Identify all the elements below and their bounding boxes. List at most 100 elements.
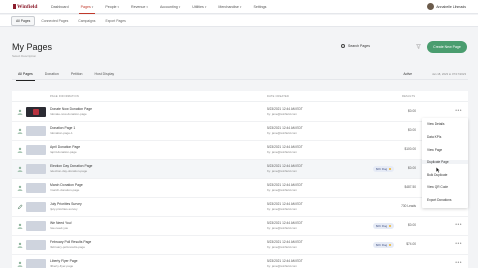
- topnav-item-label: People: [105, 4, 117, 9]
- tab-petition[interactable]: Petition: [65, 68, 89, 80]
- subnav-item[interactable]: Connected Pages: [37, 17, 72, 25]
- page-title-link[interactable]: July Priorities Survey: [50, 202, 82, 206]
- page-title-link[interactable]: Donate Now Donation Page: [50, 107, 92, 111]
- more-actions-icon[interactable]: •••: [455, 260, 462, 266]
- menu-item-bulk-duplicate[interactable]: Bulk Duplicate: [427, 173, 447, 177]
- date-created: 5/23/2021 12:44 AM EDT: [267, 259, 303, 263]
- date-created: 5/23/2021 12:44 AM EDT: [267, 183, 303, 187]
- tab-donation[interactable]: Donation: [39, 68, 65, 80]
- topnav-item-accounting[interactable]: Accounting ▾: [154, 0, 186, 14]
- main-menu: Dashboard Pages ▾ People ▾ Revenue ▾ Accounting…: [45, 0, 272, 14]
- date-created: 5/23/2021 12:44 AM EDT: [267, 126, 303, 130]
- page-thumbnail: [26, 126, 46, 136]
- status-badge-label: $0K Flag: [376, 243, 388, 247]
- user-menu[interactable]: Annabelle Lihmads: [427, 3, 466, 10]
- results-value: $487.50: [404, 185, 416, 189]
- date-created: 5/23/2021 12:44 AM EDT: [267, 202, 303, 206]
- column-date-created[interactable]: DATE CREATED: [267, 95, 289, 98]
- created-by: by: jane@winfield.com: [267, 169, 298, 173]
- status-filter[interactable]: Active: [403, 72, 412, 76]
- page-title-link[interactable]: We Need You!: [50, 221, 72, 225]
- created-by: by: jane@winfield.com: [267, 245, 298, 249]
- more-actions-icon[interactable]: •••: [455, 241, 462, 247]
- topnav-item-label: Dashboard: [51, 4, 69, 9]
- table-row[interactable]: Donation Page 1/donation-page-1 5/23/2021…: [12, 122, 468, 141]
- tab-all-pages[interactable]: All Pages: [12, 68, 39, 81]
- menu-item-data-kpis[interactable]: Data KPIs: [427, 135, 441, 139]
- column-results[interactable]: RESULTS: [402, 95, 415, 98]
- topnav-item-merchandise[interactable]: Merchandise ▾: [212, 0, 247, 14]
- search-pages[interactable]: Search Pages: [341, 44, 370, 48]
- more-actions-icon[interactable]: •••: [455, 222, 462, 228]
- results-value: $100.00: [404, 147, 416, 151]
- app-logo[interactable]: Winfield: [13, 4, 45, 10]
- table-row[interactable]: July Priorities Survey/july-priorities-s…: [12, 198, 468, 217]
- chevron-down-icon: ▾: [146, 4, 148, 9]
- subnav-item[interactable]: Campaigns: [74, 17, 99, 25]
- page-title-link[interactable]: February Poll Results Page: [50, 240, 91, 244]
- chevron-down-icon: ▾: [239, 4, 242, 9]
- created-by: by: jane@winfield.com: [267, 226, 298, 230]
- page-thumbnail: [26, 164, 46, 174]
- menu-item-view-details[interactable]: View Details: [427, 122, 444, 126]
- page-thumbnail: [26, 259, 46, 268]
- page-title-link[interactable]: March Donation Page: [50, 183, 83, 187]
- page-url: /donate-now-donation-page: [50, 112, 87, 116]
- topnav-item-label: Accounting: [159, 4, 178, 9]
- page-url: /donation-page-1: [50, 131, 73, 135]
- table-row[interactable]: April Donation Page/april-donation-page 5…: [12, 141, 468, 160]
- search-label: Search Pages: [348, 44, 370, 48]
- page-thumbnail: [26, 107, 46, 117]
- menu-item-duplicate-page[interactable]: Duplicate Page: [422, 160, 468, 164]
- menu-item-export-donations[interactable]: Export Donations: [427, 198, 451, 202]
- date-created: 5/23/2021 12:44 AM EDT: [267, 221, 303, 225]
- logo-mark-icon: [13, 4, 16, 9]
- table-row[interactable]: Donate Now Donation Page/donate-now-dona…: [12, 103, 468, 122]
- subnav-item[interactable]: Export Pages: [101, 17, 129, 25]
- topnav-item-revenue[interactable]: Revenue ▾: [125, 0, 154, 14]
- person-icon: [17, 166, 23, 172]
- person-icon: [17, 147, 23, 153]
- status-badge: $0K Flag: [373, 166, 395, 172]
- created-by: by: jane@winfield.com: [267, 131, 298, 135]
- created-by: by: jane@winfield.com: [267, 264, 298, 268]
- filter-icon[interactable]: [416, 44, 421, 49]
- menu-item-view-qr-code[interactable]: View QR Code: [427, 185, 448, 189]
- status-badge: $0K Flag: [373, 223, 395, 229]
- results-value: $0.00: [408, 166, 416, 170]
- tab-host-display[interactable]: Host Display: [89, 68, 121, 80]
- table-row[interactable]: Liberty Flyer Page/liberty-flyer-page 5/2…: [12, 255, 468, 268]
- topnav-item-dashboard[interactable]: Dashboard: [45, 0, 75, 14]
- page-title-link[interactable]: Liberty Flyer Page: [50, 259, 78, 263]
- topnav-item-utilities[interactable]: Utilities ▾: [186, 0, 212, 14]
- page-url: /we-need-you: [50, 226, 69, 230]
- table-row[interactable]: February Poll Results Page/february-poll…: [12, 236, 468, 255]
- topnav-item-people[interactable]: People ▾: [99, 0, 125, 14]
- page-title-link[interactable]: Election Day Donation Page: [50, 164, 92, 168]
- create-new-page-button[interactable]: Create New Page: [427, 41, 467, 53]
- page-description[interactable]: Select Description: [12, 54, 36, 58]
- results-value: $0.00: [408, 223, 416, 227]
- table-row[interactable]: We Need You!/we-need-you 5/23/2021 12:44 …: [12, 217, 468, 236]
- created-by: by: jane@winfield.com: [267, 112, 298, 116]
- person-icon: [17, 261, 23, 267]
- date-range-filter[interactable]: Jan 18, 2023 to 07/17/2023: [432, 72, 466, 76]
- subnav-item[interactable]: All Pages: [11, 15, 36, 26]
- status-badge: $0K Flag: [373, 242, 395, 248]
- pages-subnav: All Pages Connected Pages Campaigns Export …: [0, 15, 478, 27]
- page-title-link[interactable]: April Donation Page: [50, 145, 80, 149]
- date-created: 5/23/2021 12:44 AM EDT: [267, 107, 303, 111]
- topnav-item-settings[interactable]: Settings: [247, 0, 272, 14]
- status-dot-icon: [388, 167, 392, 171]
- results-value: $0.00: [408, 109, 416, 113]
- page-url: /march-donation-page: [50, 188, 80, 192]
- table-row[interactable]: Election Day Donation Page/election-day-…: [12, 160, 468, 179]
- table-row[interactable]: March Donation Page/march-donation-page 5…: [12, 179, 468, 198]
- status-badge-label: $0K Flag: [376, 167, 388, 171]
- topnav-item-pages[interactable]: Pages ▾: [75, 0, 100, 14]
- page-title-link[interactable]: Donation Page 1: [50, 126, 75, 130]
- more-actions-icon[interactable]: •••: [455, 108, 462, 114]
- menu-item-view-page[interactable]: View Page: [427, 148, 442, 152]
- topnav-item-label: Pages: [80, 4, 91, 9]
- person-icon: [17, 242, 23, 248]
